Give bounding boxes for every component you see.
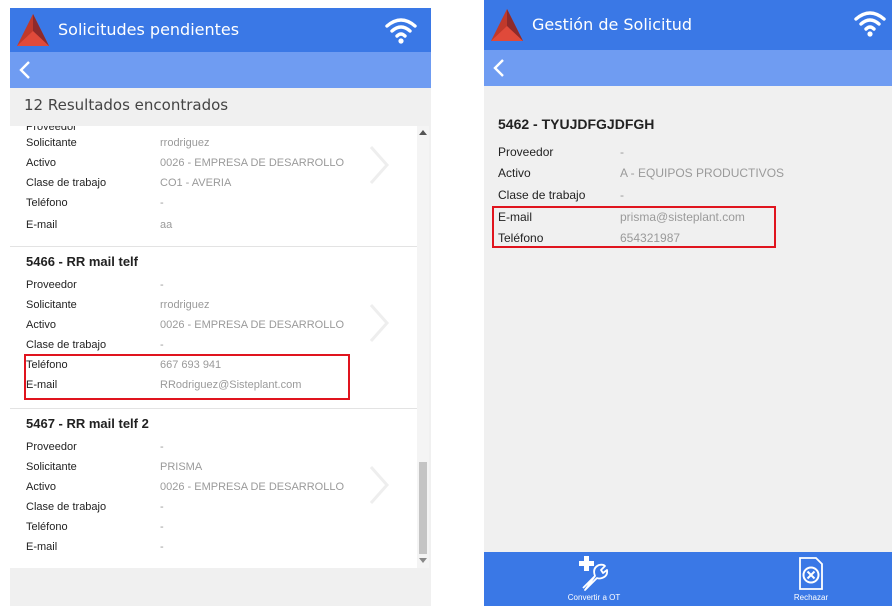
field-label: Activo	[26, 157, 56, 169]
field-label: Proveedor	[26, 279, 77, 291]
field-label: Clase de trabajo	[26, 501, 107, 513]
wifi-icon	[385, 18, 417, 44]
logo-icon	[491, 9, 523, 41]
page-title: Solicitudes pendientes	[58, 20, 240, 39]
convert-to-ot-label: Convertir a OT	[567, 593, 621, 602]
field-value: -	[160, 279, 164, 291]
field-label: E-mail	[26, 219, 58, 231]
field-value: -	[620, 145, 624, 159]
request-list[interactable]: Proveedor Solicitante rrodriguez Activo …	[10, 126, 417, 568]
field-label: Clase de trabajo	[26, 177, 107, 189]
navigation-bar	[484, 50, 892, 86]
field-value: -	[160, 441, 164, 453]
list-item[interactable]: 5467 - RR mail telf 2 Proveedor - Solici…	[10, 408, 417, 568]
field-value: CO1 - AVERIA	[160, 177, 232, 189]
scrollbar[interactable]	[417, 126, 429, 568]
wifi-icon	[854, 11, 886, 37]
field-value: -	[160, 521, 164, 533]
highlight-box	[24, 354, 350, 400]
reject-button[interactable]: Rechazar	[766, 552, 856, 606]
chevron-right-icon[interactable]	[368, 144, 390, 186]
scroll-up-arrow-icon[interactable]	[419, 130, 427, 135]
field-label: Teléfono	[26, 521, 68, 533]
request-title: 5462 - TYUJDFGJDFGH	[498, 116, 655, 132]
navigation-bar	[10, 52, 431, 88]
field-label: E-mail	[26, 541, 58, 553]
field-value: rrodriguez	[160, 299, 210, 311]
list-item[interactable]: Proveedor Solicitante rrodriguez Activo …	[10, 126, 417, 247]
page-title: Gestión de Solicitud	[532, 15, 693, 34]
reject-label: Rechazar	[793, 593, 829, 602]
field-label: Proveedor	[498, 145, 554, 159]
field-label: Activo	[26, 481, 56, 493]
scroll-down-arrow-icon[interactable]	[419, 558, 427, 563]
field-value: -	[620, 188, 624, 202]
back-icon[interactable]	[18, 59, 32, 81]
header-bar: Gestión de Solicitud	[484, 0, 892, 50]
field-label: Teléfono	[26, 197, 68, 209]
wrench-plus-icon	[579, 556, 609, 591]
logo-icon	[17, 14, 49, 46]
field-value: -	[160, 501, 164, 513]
request-title: 5467 - RR mail telf 2	[26, 416, 149, 431]
field-label: Solicitante	[26, 299, 77, 311]
list-item[interactable]: 5466 - RR mail telf Proveedor - Solicita…	[10, 246, 417, 409]
reject-document-icon	[799, 557, 823, 590]
field-value: aa	[160, 219, 173, 231]
field-value: PRISMA	[160, 461, 203, 473]
field-value: A - EQUIPOS PRODUCTIVOS	[620, 166, 785, 180]
field-label: Activo	[498, 166, 531, 180]
header-bar: Solicitudes pendientes	[10, 8, 431, 52]
request-title: 5466 - RR mail telf	[26, 254, 138, 269]
scrollbar-thumb[interactable]	[419, 462, 427, 554]
field-value: 0026 - EMPRESA DE DESARROLLO	[160, 319, 345, 331]
chevron-right-icon[interactable]	[368, 302, 390, 344]
chevron-right-icon[interactable]	[368, 464, 390, 506]
field-label: Proveedor	[26, 441, 77, 453]
field-label: Clase de trabajo	[498, 188, 586, 202]
field-value: -	[160, 197, 164, 209]
field-value: 0026 - EMPRESA DE DESARROLLO	[160, 481, 345, 493]
results-count: 12 Resultados encontrados	[24, 96, 229, 114]
pending-requests-screen: Solicitudes pendientes 12 Resultados enc…	[10, 8, 431, 606]
field-label: Activo	[26, 319, 56, 331]
field-value: -	[160, 339, 164, 351]
field-value: 0026 - EMPRESA DE DESARROLLO	[160, 157, 345, 169]
field-label: Clase de trabajo	[26, 339, 107, 351]
field-label: Solicitante	[26, 461, 77, 473]
field-label: Solicitante	[26, 137, 77, 149]
convert-to-ot-button[interactable]: Convertir a OT	[549, 552, 639, 606]
field-value: rrodriguez	[160, 137, 210, 149]
highlight-box	[492, 206, 776, 248]
back-icon[interactable]	[492, 57, 506, 79]
action-bar: Convertir a OT Rechazar	[484, 552, 892, 606]
field-value: -	[160, 541, 164, 553]
request-management-screen: Gestión de Solicitud 5462 - TYUJDFGJDFGH…	[484, 0, 892, 606]
field-label: Proveedor	[26, 126, 77, 133]
